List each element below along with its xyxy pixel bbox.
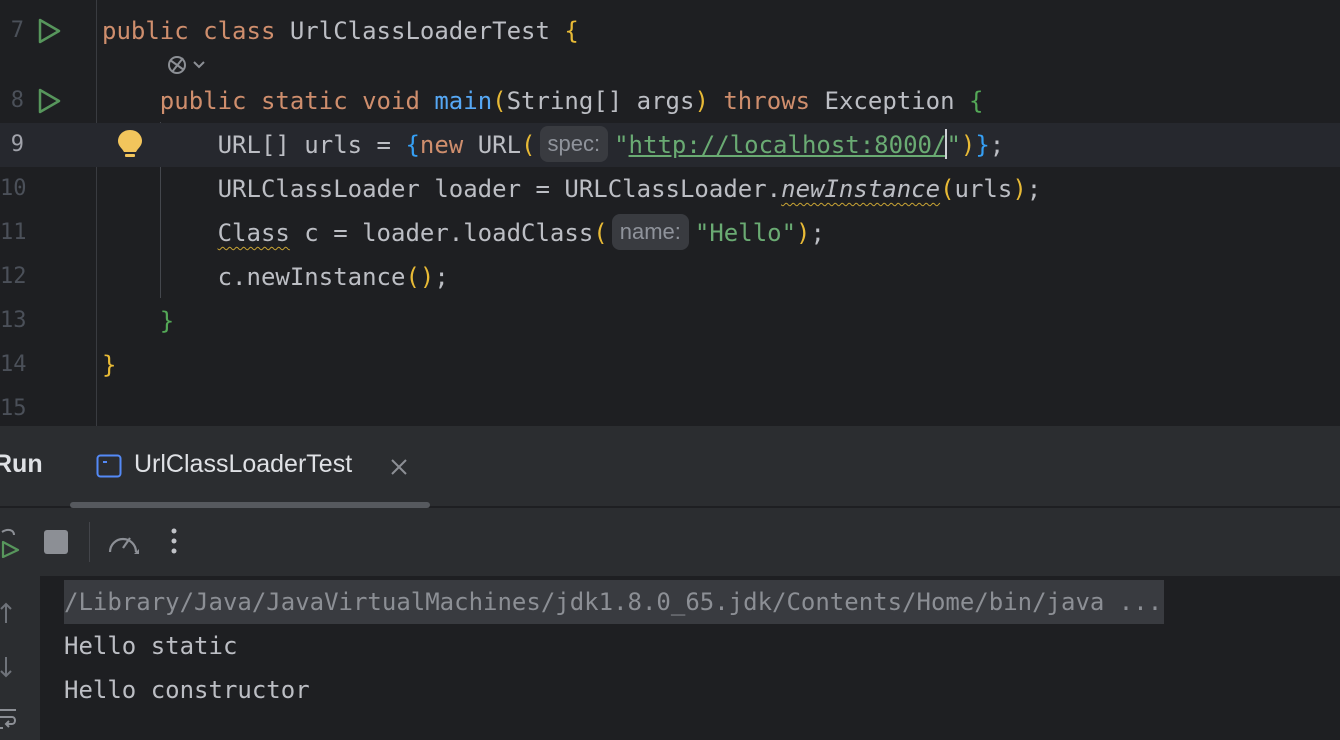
code-text: } bbox=[102, 351, 117, 379]
line-number: 9 bbox=[10, 132, 24, 157]
soft-wrap-icon[interactable] bbox=[0, 706, 18, 730]
speedometer-icon[interactable] bbox=[106, 528, 140, 558]
line-number: 14 bbox=[0, 352, 27, 377]
run-play-icon[interactable] bbox=[36, 88, 62, 114]
toolbar-separator bbox=[89, 522, 90, 562]
param-hint-spec: spec: bbox=[539, 126, 609, 162]
console-output[interactable]: /Library/Java/JavaVirtualMachines/jdk1.8… bbox=[0, 576, 1340, 740]
code-line-8[interactable]: 8 public static void main(String[] args)… bbox=[0, 79, 1340, 123]
raw-type-warning: Class bbox=[217, 219, 290, 247]
line-number: 11 bbox=[0, 220, 27, 245]
run-tab[interactable]: UrlClassLoaderTest bbox=[70, 426, 430, 508]
code-line-13[interactable]: 13 } bbox=[0, 299, 1340, 343]
lightbulb-icon[interactable] bbox=[116, 128, 144, 160]
code-line-12[interactable]: 12 c.newInstance(); bbox=[0, 255, 1340, 299]
code-editor[interactable]: 7 public class UrlClassLoaderTest { 8 pu… bbox=[0, 0, 1340, 426]
author-hint-icon[interactable] bbox=[166, 50, 210, 80]
run-panel-title: Run bbox=[0, 450, 43, 478]
code-line-10[interactable]: 10 URLClassLoader loader = URLClassLoade… bbox=[0, 167, 1340, 211]
code-text: URL[] urls = {new URL(spec: "http://local… bbox=[102, 123, 1004, 167]
console-line: Hello constructor bbox=[64, 676, 310, 704]
run-toolbar bbox=[0, 508, 1340, 576]
stop-icon[interactable] bbox=[44, 530, 68, 554]
code-line-15[interactable]: 15 bbox=[0, 387, 1340, 426]
console-command-line[interactable]: /Library/Java/JavaVirtualMachines/jdk1.8… bbox=[64, 580, 1165, 624]
code-text: c.newInstance(); bbox=[217, 263, 449, 291]
code-text: Class c = loader.loadClass(name: "Hello")… bbox=[102, 211, 825, 255]
code-text: public class UrlClassLoaderTest { bbox=[102, 17, 579, 45]
code-text: URLClassLoader loader = URLClassLoader.n… bbox=[217, 175, 1042, 203]
console-line: Hello static bbox=[64, 632, 238, 660]
run-tool-window-header: Run UrlClassLoaderTest bbox=[0, 426, 1340, 508]
console-side-toolbar bbox=[0, 576, 40, 740]
code-line-7[interactable]: 7 public class UrlClassLoaderTest { bbox=[0, 9, 1340, 53]
param-hint-name: name: bbox=[611, 214, 689, 250]
code-text: public static void main(String[] args) t… bbox=[159, 87, 984, 115]
line-number: 7 bbox=[10, 18, 24, 43]
line-number: 12 bbox=[0, 264, 27, 289]
run-tab-label: UrlClassLoaderTest bbox=[134, 450, 353, 478]
line-number: 13 bbox=[0, 308, 27, 333]
run-play-icon[interactable] bbox=[36, 18, 62, 44]
line-number: 8 bbox=[10, 88, 24, 113]
code-line-11[interactable]: 11 Class c = loader.loadClass(name: "Hell… bbox=[0, 211, 1340, 255]
line-number: 15 bbox=[0, 396, 27, 421]
code-text: } bbox=[159, 307, 175, 335]
close-icon[interactable] bbox=[388, 456, 410, 478]
arrow-down-icon[interactable] bbox=[0, 656, 14, 678]
console-icon bbox=[96, 454, 122, 478]
arrow-up-icon[interactable] bbox=[0, 602, 14, 624]
line-number: 10 bbox=[0, 176, 27, 201]
code-line-14[interactable]: 14 } bbox=[0, 343, 1340, 387]
deprecated-call: newInstance bbox=[781, 175, 941, 203]
url-link[interactable]: http://localhost:8000 bbox=[629, 131, 932, 159]
rerun-icon[interactable] bbox=[0, 528, 22, 558]
more-vertical-icon[interactable] bbox=[166, 526, 182, 556]
code-line-9[interactable]: 9 URL[] urls = {new URL(spec: "http://loc… bbox=[0, 123, 1340, 167]
